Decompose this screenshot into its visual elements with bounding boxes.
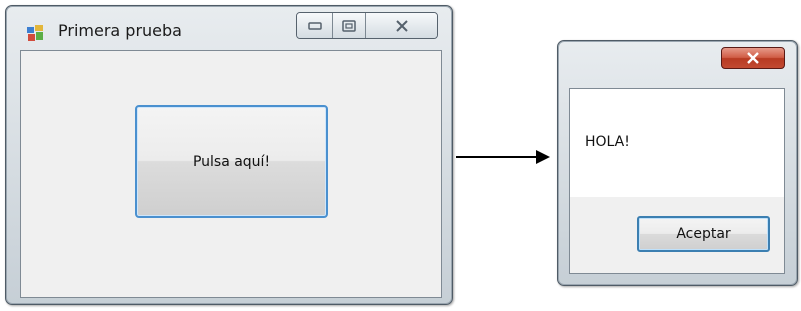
app-icon (27, 25, 43, 41)
message-client-area: HOLA! Aceptar (569, 88, 785, 274)
aceptar-button[interactable]: Aceptar (637, 216, 770, 252)
arrow-head-icon (536, 150, 550, 164)
close-icon (747, 52, 759, 64)
close-icon (395, 19, 408, 32)
minimize-icon (307, 21, 322, 30)
pulsa-aqui-button[interactable]: Pulsa aquí! (135, 105, 328, 218)
maximize-icon (342, 19, 356, 32)
close-button[interactable] (366, 13, 437, 38)
arrow-line (456, 156, 540, 158)
main-client-area: Pulsa aquí! (20, 50, 442, 298)
message-text: HOLA! (585, 134, 630, 150)
message-close-button[interactable] (721, 47, 785, 69)
message-area: HOLA! (570, 89, 784, 197)
message-box: HOLA! Aceptar (557, 40, 798, 286)
caption-buttons (296, 12, 438, 39)
minimize-button[interactable] (297, 13, 333, 38)
maximize-button[interactable] (333, 13, 366, 38)
main-window: Primera prueba Pulsa aquí! (5, 5, 453, 305)
window-title: Primera prueba (58, 21, 182, 40)
